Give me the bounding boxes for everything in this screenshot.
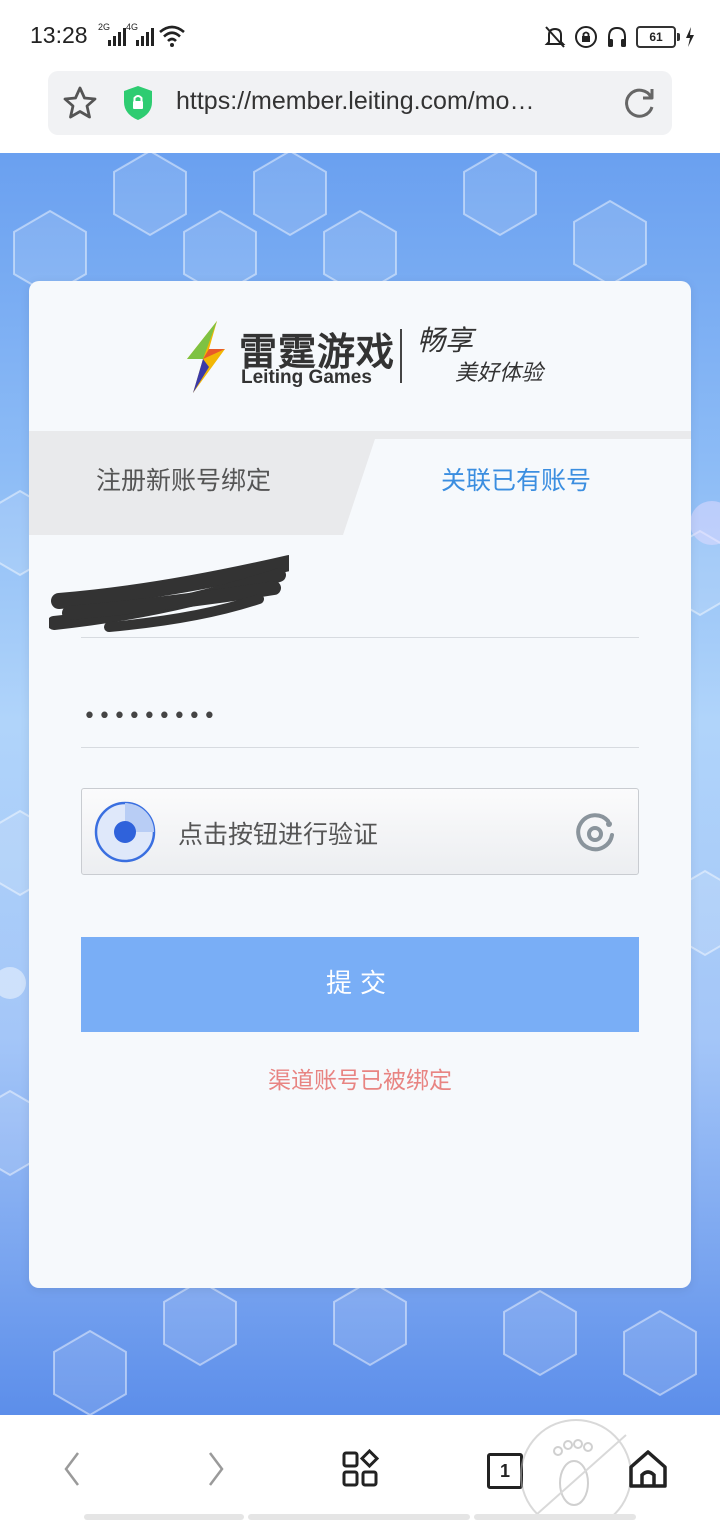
browser-bottom-nav: 1 bbox=[0, 1415, 720, 1520]
tab-register-new[interactable]: 注册新账号绑定 bbox=[96, 461, 271, 497]
charging-icon bbox=[686, 27, 694, 47]
nav-indicator bbox=[474, 1514, 636, 1520]
login-card: 雷霆游戏 Leiting Games 畅享 美好体验 注册新账号绑定 关联已有账… bbox=[29, 281, 691, 1288]
forward-icon[interactable] bbox=[192, 1445, 240, 1493]
secure-shield-icon bbox=[124, 86, 152, 120]
battery-icon: 61 bbox=[636, 26, 680, 48]
back-icon[interactable] bbox=[48, 1445, 96, 1493]
slogan-line-1: 畅享 bbox=[417, 324, 474, 357]
leiting-logo: 雷霆游戏 Leiting Games 畅享 美好体验 bbox=[177, 317, 557, 397]
lightning-logo-icon bbox=[187, 321, 225, 393]
refresh-icon[interactable] bbox=[622, 85, 658, 121]
radar-icon bbox=[94, 801, 156, 863]
password-value: ••••••••• bbox=[83, 704, 218, 729]
bell-off-icon bbox=[544, 26, 566, 48]
submit-button[interactable]: 提交 bbox=[81, 937, 639, 1032]
account-tabs: 注册新账号绑定 关联已有账号 bbox=[29, 431, 691, 535]
brand-name-en: Leiting Games bbox=[241, 367, 372, 388]
tab-link-existing[interactable]: 关联已有账号 bbox=[441, 461, 591, 497]
url-text[interactable]: https://member.leiting.com/mo… bbox=[176, 87, 596, 116]
nav-indicator bbox=[84, 1514, 244, 1520]
status-time: 13:28 bbox=[30, 22, 88, 48]
footprint-icon[interactable] bbox=[516, 1415, 636, 1520]
logo-divider bbox=[400, 329, 402, 383]
error-message: 渠道账号已被绑定 bbox=[268, 1068, 452, 1094]
home-icon[interactable] bbox=[624, 1445, 672, 1493]
slogan-line-2: 美好体验 bbox=[455, 361, 544, 386]
apps-icon[interactable] bbox=[336, 1445, 384, 1493]
headphones-icon bbox=[608, 26, 626, 47]
geetest-logo-icon bbox=[576, 813, 614, 852]
captcha-prompt: 点击按钮进行验证 bbox=[178, 820, 379, 849]
wifi-icon bbox=[159, 25, 185, 47]
bookmark-star-icon[interactable] bbox=[62, 85, 98, 121]
status-bar: 13:28 2G 4G 61 bbox=[0, 0, 720, 72]
redaction-scribble bbox=[49, 555, 289, 632]
nav-indicator bbox=[248, 1514, 470, 1520]
password-field[interactable]: ••••••••• bbox=[81, 674, 639, 748]
address-bar[interactable]: https://member.leiting.com/mo… bbox=[48, 71, 672, 135]
status-icons: 61 bbox=[544, 24, 696, 50]
captcha-verify-button[interactable]: 点击按钮进行验证 bbox=[81, 788, 639, 875]
lock-rotation-icon bbox=[575, 26, 597, 48]
